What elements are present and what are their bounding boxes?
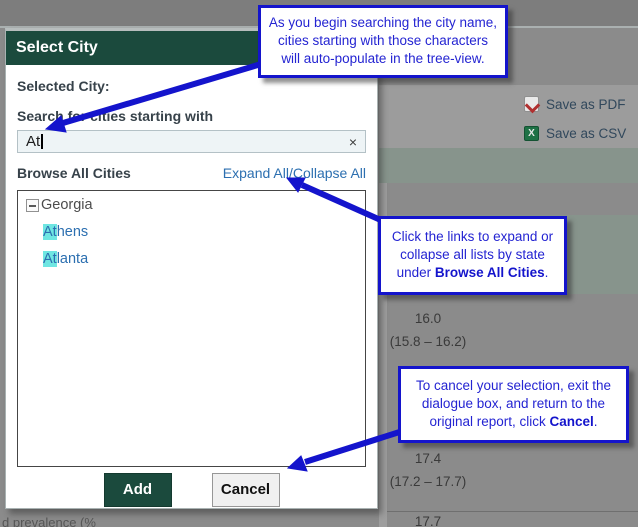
pdf-file-icon	[524, 96, 539, 112]
tree-item-athens[interactable]: Athens	[43, 224, 357, 240]
callout-search-hint: As you begin searching the city name, ci…	[258, 5, 508, 78]
city-name-rest: hens	[57, 224, 88, 240]
browse-all-cities-label: Browse All Cities	[17, 165, 131, 181]
match-highlight: At	[43, 251, 57, 267]
callout-text: As you begin searching the city name, ci…	[269, 15, 497, 66]
save-as-csv-link[interactable]: X Save as CSV	[524, 126, 626, 141]
search-input-value: At	[26, 133, 40, 150]
callout-bold-text: Browse All Cities	[435, 265, 545, 280]
clipped-axis-label: d prevalence (%	[2, 515, 96, 527]
stat-range: (17.2 – 17.7)	[378, 474, 478, 489]
add-button[interactable]: Add	[104, 473, 172, 507]
cancel-button[interactable]: Cancel	[212, 473, 280, 507]
dimmed-table-row-divider	[387, 511, 638, 512]
save-as-pdf-label: Save as PDF	[546, 97, 626, 112]
callout-text: .	[545, 265, 549, 280]
stat-value: 16.0	[378, 311, 478, 326]
city-name-rest: lanta	[57, 251, 88, 267]
stat-value: 17.7	[378, 514, 478, 527]
dimmed-table-header-band	[379, 148, 638, 183]
screenshot-root: Save as PDF X Save as CSV 16.0 (15.8 – 1…	[0, 0, 638, 527]
callout-expand-hint: Click the links to expand or collapse al…	[378, 216, 567, 295]
callout-text: .	[594, 414, 598, 429]
tree-item-atlanta[interactable]: Atlanta	[43, 251, 357, 267]
collapse-minus-icon[interactable]	[26, 199, 39, 212]
selected-city-label: Selected City:	[17, 78, 366, 94]
city-tree-view: Georgia Athens Atlanta	[17, 190, 366, 467]
clear-search-icon[interactable]: ×	[349, 135, 357, 149]
save-as-pdf-link[interactable]: Save as PDF	[524, 96, 626, 112]
expand-collapse-all-link[interactable]: Expand All/Collapse All	[223, 165, 366, 181]
tree-state-label: Georgia	[41, 197, 93, 213]
match-highlight: At	[43, 224, 57, 240]
search-input[interactable]: At ×	[17, 130, 366, 153]
callout-cancel-hint: To cancel your selection, exit the dialo…	[398, 366, 629, 443]
stat-value: 17.4	[378, 451, 478, 466]
tree-node-georgia[interactable]: Georgia	[26, 197, 357, 213]
excel-file-icon: X	[524, 126, 539, 141]
stat-range: (15.8 – 16.2)	[378, 334, 478, 349]
save-as-csv-label: Save as CSV	[546, 126, 626, 141]
callout-bold-text: Cancel	[550, 414, 594, 429]
text-cursor	[41, 134, 43, 149]
search-label: Search for cities starting with	[17, 108, 366, 124]
select-city-dialog: Select City Selected City: Search for ci…	[5, 28, 378, 509]
